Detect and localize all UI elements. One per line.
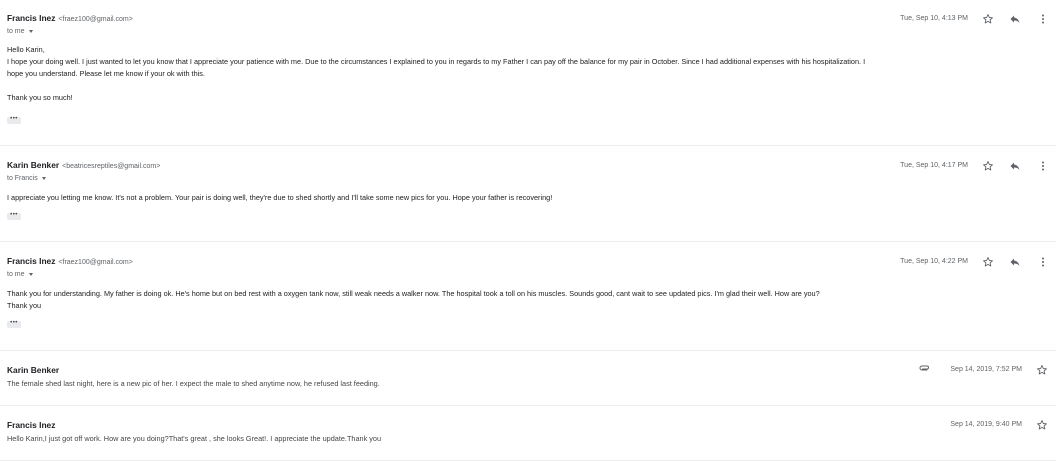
message-body: Hello Karin, I hope your doing well. I ju… bbox=[7, 45, 866, 102]
more-vert-icon[interactable] bbox=[1037, 13, 1049, 25]
star-icon[interactable] bbox=[1036, 419, 1048, 431]
message-date: Sep 14, 2019, 9:40 PM bbox=[950, 421, 1022, 428]
reply-icon[interactable] bbox=[1009, 160, 1021, 172]
reply-icon[interactable] bbox=[1009, 256, 1021, 268]
message-snippet: The female shed last night, here is a ne… bbox=[7, 379, 380, 388]
sender-name: Francis Inez bbox=[7, 420, 56, 430]
show-trimmed-content-button[interactable]: ••• bbox=[7, 320, 21, 328]
message-date: Tue, Sep 10, 4:13 PM bbox=[900, 15, 968, 22]
recipient-toggle[interactable]: to Francis bbox=[7, 175, 46, 182]
message-date: Tue, Sep 10, 4:17 PM bbox=[900, 162, 968, 169]
sender-name: Francis Inez <fraez100@gmail.com> bbox=[7, 256, 133, 266]
message-4-collapsed[interactable]: Karin Benker The female shed last night,… bbox=[0, 351, 1056, 406]
chevron-down-icon[interactable] bbox=[41, 176, 46, 180]
paperclip-icon bbox=[919, 363, 931, 375]
message-3[interactable]: Francis Inez <fraez100@gmail.com> to me T… bbox=[0, 242, 1056, 351]
sender-name: Karin Benker bbox=[7, 365, 60, 375]
more-vert-icon[interactable] bbox=[1037, 160, 1049, 172]
recipient-toggle[interactable]: to me bbox=[7, 271, 33, 278]
show-trimmed-content-button[interactable]: ••• bbox=[7, 212, 21, 220]
message-date: Sep 14, 2019, 7:52 PM bbox=[950, 366, 1022, 373]
recipient-toggle[interactable]: to me bbox=[7, 28, 33, 35]
more-vert-icon[interactable] bbox=[1037, 256, 1049, 268]
star-icon[interactable] bbox=[982, 13, 994, 25]
message-5-collapsed[interactable]: Francis Inez Hello Karin,I just got off … bbox=[0, 406, 1056, 461]
message-snippet: Hello Karin,I just got off work. How are… bbox=[7, 434, 382, 443]
sender-name: Karin Benker <beatricesreptiles@gmail.com… bbox=[7, 160, 161, 170]
message-body: I appreciate you letting me know. It's n… bbox=[7, 193, 553, 202]
message-2[interactable]: Karin Benker <beatricesreptiles@gmail.com… bbox=[0, 146, 1056, 242]
message-date: Tue, Sep 10, 4:22 PM bbox=[900, 258, 968, 265]
sender-email: <fraez100@gmail.com> bbox=[58, 259, 133, 266]
message-1[interactable]: Francis Inez <fraez100@gmail.com> to me H… bbox=[0, 0, 1056, 146]
chevron-down-icon[interactable] bbox=[28, 272, 33, 276]
star-icon[interactable] bbox=[982, 256, 994, 268]
message-body: Thank you for understanding. My father i… bbox=[7, 289, 820, 310]
show-trimmed-content-button[interactable]: ••• bbox=[7, 116, 21, 124]
chevron-down-icon[interactable] bbox=[28, 29, 33, 33]
reply-icon[interactable] bbox=[1009, 13, 1021, 25]
star-icon[interactable] bbox=[1036, 364, 1048, 376]
star-icon[interactable] bbox=[982, 160, 994, 172]
sender-name: Francis Inez <fraez100@gmail.com> bbox=[7, 13, 133, 23]
sender-email: <beatricesreptiles@gmail.com> bbox=[62, 163, 161, 170]
sender-email: <fraez100@gmail.com> bbox=[58, 16, 133, 23]
